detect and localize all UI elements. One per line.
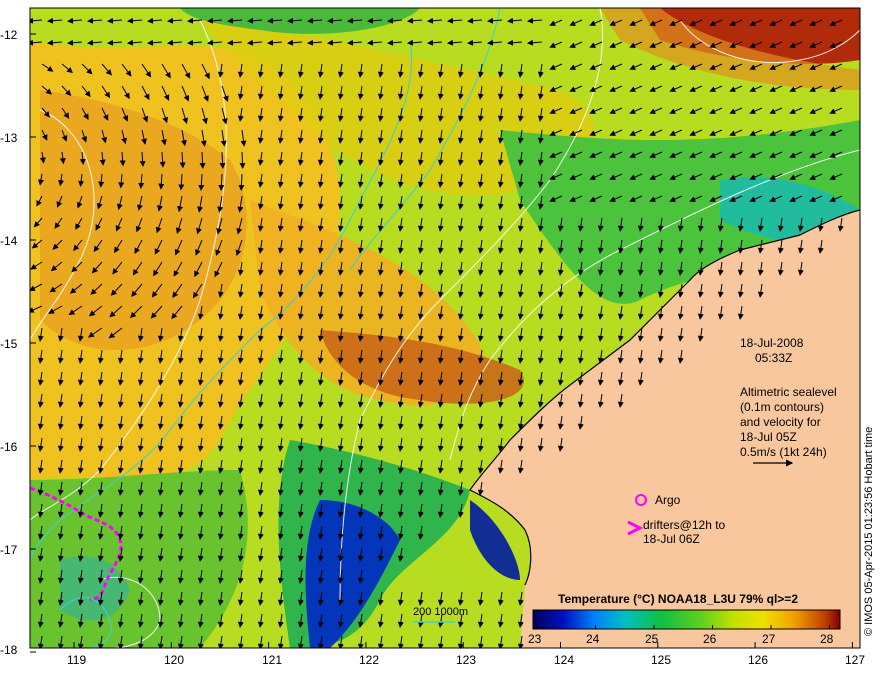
drifter-line-1: drifters@12h to: [643, 518, 726, 532]
lon-label-120: 120: [164, 653, 185, 667]
cbar-label-26: 26: [703, 632, 717, 646]
lat-label-15: -15: [0, 337, 18, 351]
lon-label-119: 119: [67, 653, 87, 667]
altimetry-line-4: 18-Jul 05Z: [740, 430, 797, 444]
altimetry-line-1: Altimetric sealevel: [740, 385, 837, 399]
colorbar-title: Temperature (°C) NOAA18_L3U 79% ql>=2: [558, 592, 798, 606]
lon-label-121: 121: [262, 653, 283, 667]
altimetry-line-5: 0.5m/s (1kt 24h): [740, 445, 827, 459]
lon-label-125: 125: [651, 653, 672, 667]
cbar-label-23: 23: [528, 632, 542, 646]
altimetry-line-2: (0.1m contours): [740, 400, 825, 414]
lat-label-14: -14: [0, 234, 18, 248]
altimetry-line-3: and velocity for: [740, 415, 821, 429]
isobath-label: 200 1000m: [413, 606, 469, 618]
drifter-line-2: 18-Jul 06Z: [643, 532, 700, 546]
map-date: 18-Jul-2008: [740, 336, 804, 350]
lon-label-124: 124: [554, 653, 575, 667]
lon-label-126: 126: [748, 653, 769, 667]
lat-label-18: -18: [0, 643, 18, 657]
lon-label-122: 122: [359, 653, 380, 667]
lat-label-16: -16: [0, 440, 18, 454]
cbar-label-24: 24: [586, 632, 600, 646]
velocity-arrow: [239, 151, 246, 169]
lon-label-123: 123: [456, 653, 477, 667]
lat-label-17: -17: [0, 543, 18, 557]
map-time: 05:33Z: [755, 351, 793, 365]
cbar-label-27: 27: [762, 632, 776, 646]
lat-label-13: -13: [0, 131, 18, 145]
colorbar: [532, 609, 841, 630]
lat-label-12: -12: [0, 28, 18, 42]
argo-label: Argo: [655, 493, 681, 507]
map-area: [30, 8, 860, 648]
credit-text: © IMOS 05-Apr-2015 01:23:56 Hobart time: [863, 426, 875, 636]
lon-label-127: 127: [845, 653, 866, 667]
cbar-label-25: 25: [645, 632, 659, 646]
cbar-label-28: 28: [820, 632, 834, 646]
